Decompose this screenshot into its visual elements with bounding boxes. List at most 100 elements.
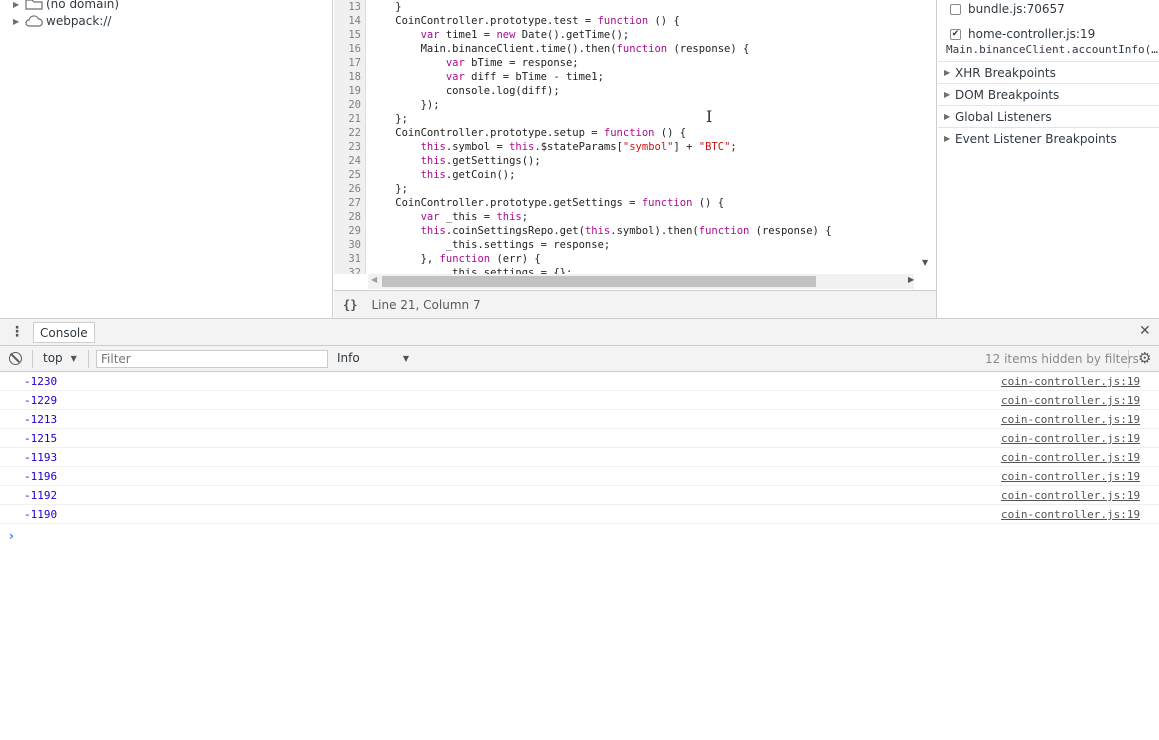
line-number[interactable]: 32 bbox=[334, 266, 366, 274]
code-token: "symbol" bbox=[622, 141, 674, 153]
expand-arrow-icon[interactable]: ▶ bbox=[13, 0, 25, 9]
line-number[interactable]: 25 bbox=[334, 168, 366, 182]
line-number[interactable]: 16 bbox=[334, 42, 366, 56]
code-line[interactable]: 28 var _this = this; bbox=[334, 210, 924, 224]
breakpoint-item[interactable]: bundle.js:70657 bbox=[950, 2, 1065, 16]
horizontal-scrollbar[interactable]: ◀ ▶ bbox=[368, 274, 914, 289]
breakpoint-checkbox-checked[interactable]: ✔ bbox=[950, 28, 961, 40]
code-line[interactable]: 17 var bTime = response; bbox=[334, 56, 924, 70]
section-label: Event Listener Breakpoints bbox=[955, 131, 1117, 146]
line-number[interactable]: 29 bbox=[334, 224, 366, 238]
code-line[interactable]: 30 _this.settings = response; bbox=[334, 238, 924, 252]
sources-panel: ▶ (no domain) ▶ webpack:// 13 } 14 CoinCo… bbox=[0, 0, 1159, 318]
message-source-link[interactable]: coin-controller.js:19 bbox=[1001, 432, 1140, 445]
line-number[interactable]: 31 bbox=[334, 252, 366, 266]
line-number[interactable]: 15 bbox=[334, 28, 366, 42]
code-line[interactable]: 16 Main.binanceClient.time().then(functi… bbox=[334, 42, 924, 56]
line-number[interactable]: 30 bbox=[334, 238, 366, 252]
code-token: function bbox=[439, 253, 491, 265]
message-source-link[interactable]: coin-controller.js:19 bbox=[1001, 489, 1140, 502]
expand-arrow-icon[interactable]: ▶ bbox=[13, 17, 25, 26]
global-listeners-section[interactable]: ▶ Global Listeners bbox=[938, 105, 1159, 127]
line-number[interactable]: 27 bbox=[334, 196, 366, 210]
code-line[interactable]: 29 this.coinSettingsRepo.get(this.symbol… bbox=[334, 224, 924, 238]
code-token: function bbox=[698, 225, 750, 237]
code-line[interactable]: 14 CoinController.prototype.test = funct… bbox=[334, 14, 924, 28]
code-line[interactable]: 25 this.getCoin(); bbox=[334, 168, 924, 182]
nav-item-no-domain[interactable]: ▶ (no domain) bbox=[13, 0, 119, 12]
code-line[interactable]: 19 console.log(diff); bbox=[334, 84, 924, 98]
line-number[interactable]: 17 bbox=[334, 56, 366, 70]
message-source-link[interactable]: coin-controller.js:19 bbox=[1001, 470, 1140, 483]
line-number[interactable]: 24 bbox=[334, 154, 366, 168]
more-tools-icon[interactable]: ⋮ bbox=[10, 324, 24, 340]
code-line[interactable]: 18 var diff = bTime - time1; bbox=[334, 70, 924, 84]
xhr-breakpoints-section[interactable]: ▶ XHR Breakpoints bbox=[938, 61, 1159, 83]
line-number[interactable]: 13 bbox=[334, 0, 366, 14]
tab-console[interactable]: Console bbox=[33, 322, 95, 343]
line-number[interactable]: 20 bbox=[334, 98, 366, 112]
line-number[interactable]: 14 bbox=[334, 14, 366, 28]
code-token: .symbol = bbox=[445, 141, 510, 153]
close-icon[interactable]: ✕ bbox=[1139, 323, 1151, 339]
line-number[interactable]: 22 bbox=[334, 126, 366, 140]
clear-console-icon[interactable] bbox=[9, 352, 22, 365]
context-select[interactable]: top ▼ bbox=[43, 351, 77, 365]
code-line[interactable]: 26 }; bbox=[334, 182, 924, 196]
code-token: }, bbox=[370, 253, 440, 265]
message-value: -1215 bbox=[24, 432, 58, 445]
scroll-right-arrow-icon[interactable]: ▶ bbox=[908, 275, 914, 284]
code-line[interactable]: 22 CoinController.prototype.setup = func… bbox=[334, 126, 924, 140]
scrollbar-thumb[interactable] bbox=[382, 276, 816, 287]
code-line[interactable]: 15 var time1 = new Date().getTime(); bbox=[334, 28, 924, 42]
breakpoint-checkbox[interactable] bbox=[950, 3, 961, 15]
log-level-value: Info bbox=[337, 351, 360, 365]
code-line[interactable]: 23 this.symbol = this.$stateParams["symb… bbox=[334, 140, 924, 154]
line-number[interactable]: 18 bbox=[334, 70, 366, 84]
code-area[interactable]: 13 } 14 CoinController.prototype.test = f… bbox=[334, 0, 936, 274]
gear-icon[interactable]: ⚙ bbox=[1138, 349, 1151, 367]
code-token: }; bbox=[370, 113, 408, 125]
message-source-link[interactable]: coin-controller.js:19 bbox=[1001, 451, 1140, 464]
line-number[interactable]: 23 bbox=[334, 140, 366, 154]
filter-input[interactable] bbox=[96, 350, 328, 368]
code-token: this bbox=[584, 225, 611, 237]
code-token: () { bbox=[654, 127, 687, 139]
event-listener-breakpoints-section[interactable]: ▶ Event Listener Breakpoints bbox=[938, 127, 1159, 149]
line-number[interactable]: 21 bbox=[334, 112, 366, 126]
dom-breakpoints-section[interactable]: ▶ DOM Breakpoints bbox=[938, 83, 1159, 105]
code-line[interactable]: 24 this.getSettings(); bbox=[334, 154, 924, 168]
console-message: -1192 coin-controller.js:19 bbox=[0, 486, 1159, 505]
code-line[interactable]: 32 _this.settings = {}; bbox=[334, 266, 924, 274]
line-number[interactable]: 26 bbox=[334, 182, 366, 196]
console-message: -1229 coin-controller.js:19 bbox=[0, 391, 1159, 410]
message-source-link[interactable]: coin-controller.js:19 bbox=[1001, 413, 1140, 426]
expand-arrow-icon: ▶ bbox=[944, 134, 951, 143]
pretty-print-button[interactable]: {} bbox=[343, 298, 357, 312]
breakpoint-item[interactable]: ✔ home-controller.js:19 bbox=[950, 27, 1095, 41]
scroll-left-arrow-icon[interactable]: ◀ bbox=[371, 275, 377, 284]
code-line[interactable]: 27 CoinController.prototype.getSettings … bbox=[334, 196, 924, 210]
scroll-down-arrow-icon[interactable]: ▼ bbox=[922, 258, 928, 267]
code-line[interactable]: 31 }, function (err) { bbox=[334, 252, 924, 266]
code-token: .getSettings(); bbox=[445, 155, 541, 167]
code-token: function bbox=[616, 43, 668, 55]
message-source-link[interactable]: coin-controller.js:19 bbox=[1001, 394, 1140, 407]
message-value: -1190 bbox=[24, 508, 58, 521]
code-token: this bbox=[420, 225, 446, 237]
line-number[interactable]: 19 bbox=[334, 84, 366, 98]
code-token: bTime = response; bbox=[464, 57, 579, 69]
message-source-link[interactable]: coin-controller.js:19 bbox=[1001, 508, 1140, 521]
code-line[interactable]: 20 }); bbox=[334, 98, 924, 112]
code-editor[interactable]: 13 } 14 CoinController.prototype.test = f… bbox=[334, 0, 937, 318]
code-token: var bbox=[420, 29, 440, 41]
nav-item-webpack[interactable]: ▶ webpack:// bbox=[13, 13, 111, 29]
console-prompt[interactable]: › bbox=[9, 529, 14, 543]
log-level-select[interactable]: Info ▼ bbox=[337, 351, 409, 365]
code-line[interactable]: 21 }; bbox=[334, 112, 924, 126]
code-line[interactable]: 13 } bbox=[334, 0, 924, 14]
line-number[interactable]: 28 bbox=[334, 210, 366, 224]
message-source-link[interactable]: coin-controller.js:19 bbox=[1001, 375, 1140, 388]
